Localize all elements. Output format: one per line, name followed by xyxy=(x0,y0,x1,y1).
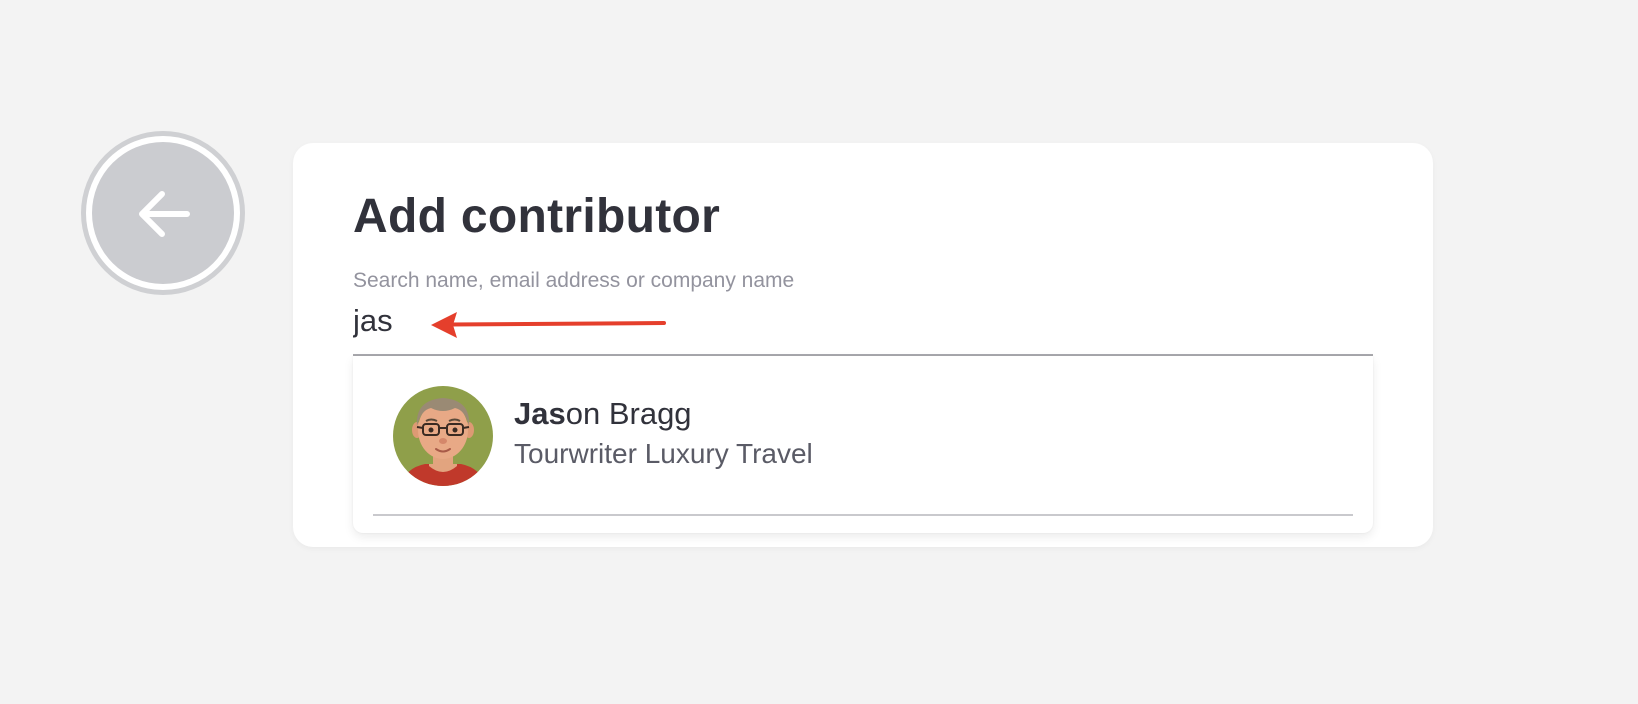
page-title: Add contributor xyxy=(353,190,721,243)
add-contributor-card: Add contributor Search name, email addre… xyxy=(293,143,1433,547)
search-results-dropdown: Jason Bragg Tourwriter Luxury Travel xyxy=(353,356,1373,533)
search-label: Search name, email address or company na… xyxy=(353,269,795,292)
person-avatar-icon xyxy=(393,386,493,486)
result-divider xyxy=(373,514,1353,516)
search-result-item[interactable]: Jason Bragg Tourwriter Luxury Travel xyxy=(353,356,1373,516)
back-button-fill xyxy=(92,142,234,284)
arrow-left-icon xyxy=(139,191,190,237)
result-name: Jason Bragg xyxy=(514,398,692,429)
back-button[interactable] xyxy=(81,131,245,295)
result-name-match: Jas xyxy=(514,396,566,431)
annotation-arrow-icon xyxy=(431,312,666,338)
result-name-rest: on Bragg xyxy=(565,396,692,431)
result-company: Tourwriter Luxury Travel xyxy=(514,438,813,469)
